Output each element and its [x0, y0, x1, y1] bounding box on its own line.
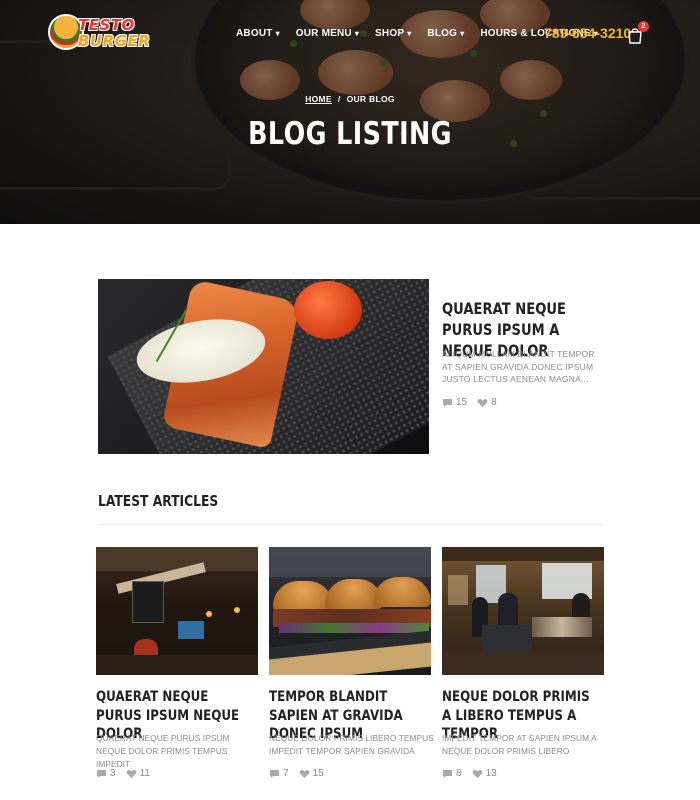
article-excerpt: NEQUE DOLOR PRIMIS LIBERO TEMPUS IMPEDIT…	[269, 733, 434, 756]
chevron-down-icon: ▾	[354, 29, 360, 38]
article-image[interactable]	[442, 547, 604, 675]
divider	[98, 524, 603, 525]
hero-banner: TESTO BURGER ABOUT ▾ OUR MENU ▾ SHOP ▾ BLOG…	[0, 0, 700, 224]
comments-count[interactable]: 8	[442, 768, 462, 779]
nav-label: ABOUT	[236, 28, 273, 39]
nav-label: SHOP	[375, 28, 405, 39]
comments-value: 8	[456, 768, 462, 779]
cart-count-badge: 2	[638, 21, 649, 32]
logo-text-bottom: BURGER	[78, 32, 151, 50]
comment-icon	[443, 769, 452, 778]
comments-count[interactable]: 7	[269, 768, 289, 779]
page-title: BLOG LISTING	[248, 116, 452, 152]
comment-icon	[270, 769, 279, 778]
comment-icon	[97, 769, 106, 778]
article-meta: 8 13	[442, 768, 507, 779]
article-excerpt: QUAERAT NEQUE PURUS IPSUM NEQUE DOLOR PR…	[96, 733, 230, 769]
article-meta: 7 15	[269, 768, 334, 779]
heart-icon	[472, 769, 482, 778]
likes-value: 8	[491, 397, 497, 408]
comment-icon	[443, 398, 452, 407]
article-image[interactable]	[269, 547, 431, 675]
comments-value: 15	[456, 397, 468, 408]
article-image[interactable]	[96, 547, 258, 675]
article-meta: 3 11	[96, 768, 160, 779]
likes-count[interactable]: 11	[126, 768, 150, 779]
likes-count[interactable]: 15	[299, 768, 324, 779]
heart-icon	[299, 769, 309, 778]
heart-icon	[126, 769, 136, 778]
breadcrumb: HOME / OUR BLOG	[0, 94, 700, 104]
heart-icon	[477, 398, 488, 407]
nav-item-shop[interactable]: SHOP ▾	[375, 28, 411, 39]
featured-post-image[interactable]	[98, 279, 429, 454]
likes-count[interactable]: 13	[472, 768, 497, 779]
cart-button[interactable]: 2	[626, 21, 649, 44]
likes-value: 13	[485, 768, 497, 779]
comments-count[interactable]: 3	[96, 768, 116, 779]
chevron-down-icon: ▾	[407, 29, 412, 38]
likes-value: 15	[312, 768, 324, 779]
nav-item-our-menu[interactable]: OUR MENU ▾	[296, 28, 359, 39]
comments-count[interactable]: 15	[442, 397, 467, 408]
comments-value: 7	[283, 768, 289, 779]
nav-item-blog[interactable]: BLOG ▾	[427, 28, 464, 39]
breadcrumb-current: OUR BLOG	[346, 94, 395, 104]
nav-label: BLOG	[427, 28, 458, 39]
chevron-down-icon: ▾	[275, 29, 280, 38]
breadcrumb-home[interactable]: HOME	[305, 94, 332, 104]
latest-articles-heading: LATEST ARTICLES	[98, 492, 219, 510]
nav-item-about[interactable]: ABOUT ▾	[236, 28, 280, 39]
breadcrumb-separator: /	[337, 94, 341, 104]
phone-number[interactable]: 789-654-3210	[544, 25, 631, 41]
chevron-down-icon: ▾	[460, 29, 465, 38]
article-excerpt: IMPEDIT TEMPOR AT SAPIEN IPSUM A NEQUE D…	[442, 733, 597, 756]
nav-label: OUR MENU	[295, 28, 352, 39]
likes-value: 11	[139, 768, 150, 779]
likes-count[interactable]: 8	[477, 397, 497, 408]
featured-post-excerpt: ALIQUM MULLAM BLANDIT TEMPOR AT SAPIEN G…	[442, 349, 595, 384]
featured-post-meta: 15 8	[442, 397, 507, 408]
comments-value: 3	[110, 768, 116, 779]
logo[interactable]: TESTO BURGER	[46, 10, 150, 56]
